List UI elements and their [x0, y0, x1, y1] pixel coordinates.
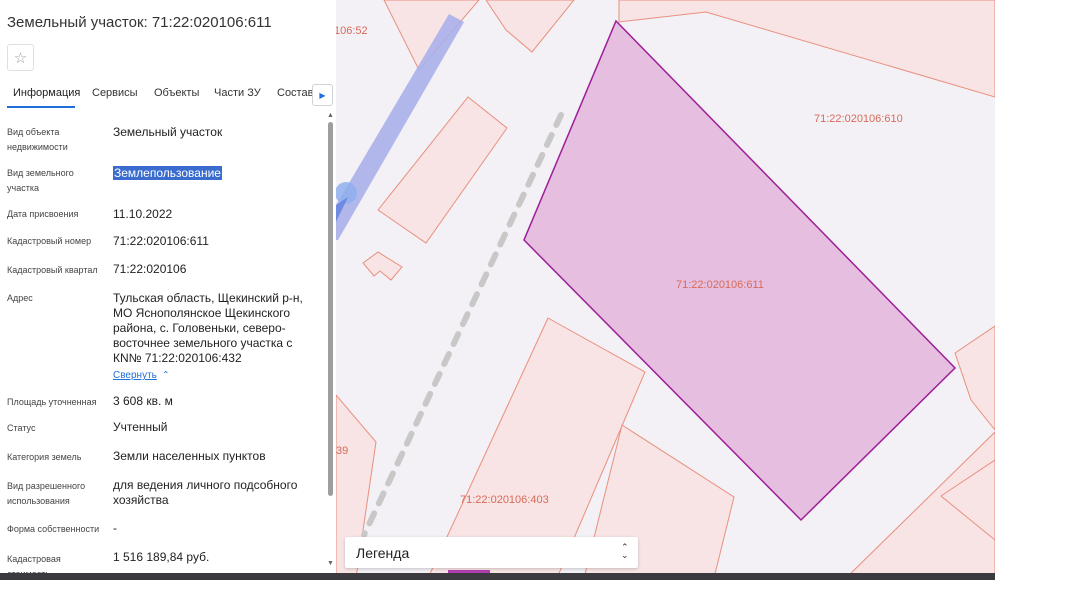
scroll-down-arrow-icon[interactable]: ▼	[327, 560, 334, 567]
favorite-button[interactable]: ☆	[7, 44, 34, 71]
area-label: Площадь уточненная	[7, 397, 97, 407]
water-node	[336, 182, 357, 204]
cad-number-label: Кадастровый номер	[7, 236, 92, 246]
tab-composition[interactable]: Состав	[277, 87, 313, 99]
chevron-up-icon[interactable]: ⌄	[162, 368, 170, 379]
tab-parts[interactable]: Части ЗУ	[214, 87, 261, 99]
permitted-use-label: Вид разрешенного использования	[7, 481, 86, 506]
info-panel: Земельный участок: 71:22:020106:611 ☆ Ин…	[0, 0, 336, 578]
map-canvas[interactable]: 106:52 71:22:020106:610 71:22:020106:611…	[336, 0, 995, 578]
chevron-updown-icon: ⌃ ⌄	[621, 542, 629, 560]
tab-services[interactable]: Сервисы	[92, 87, 138, 99]
tab-information[interactable]: Информация	[13, 87, 80, 99]
star-icon: ☆	[13, 49, 28, 67]
scroll-up-arrow-icon[interactable]: ▲	[327, 112, 334, 119]
cad-quarter-label: Кадастровый квартал	[7, 265, 98, 275]
address-value: Тульская область, Щекинский р-н, МО Ясно…	[113, 291, 303, 365]
permitted-use-value: для ведения личного подсобного хозяйства	[113, 478, 298, 507]
cad-value-value: 1 516 189,84 руб.	[113, 550, 210, 564]
parcel-label-39: 39	[336, 445, 348, 457]
tab-objects[interactable]: Объекты	[154, 87, 199, 99]
object-type-value: Земельный участок	[113, 125, 223, 139]
date-value: 11.10.2022	[113, 207, 173, 221]
legend-dropdown[interactable]: Легенда ⌃ ⌄	[345, 537, 638, 568]
land-kind-value[interactable]: Землепользование	[113, 166, 318, 181]
chevron-right-icon: ▶	[319, 90, 326, 100]
parcel-label-52: 106:52	[336, 25, 368, 37]
cad-quarter-value: 71:22:020106	[113, 262, 187, 276]
page-title: Земельный участок: 71:22:020106:611	[7, 14, 272, 31]
bottom-bar	[0, 573, 995, 580]
address-label: Адрес	[7, 293, 33, 303]
scroll-thumb[interactable]	[328, 122, 333, 496]
cad-number-value: 71:22:020106:611	[113, 234, 209, 248]
app-window: Земельный участок: 71:22:020106:611 ☆ Ин…	[0, 0, 1073, 610]
land-kind-selected-text: Землепользование	[113, 166, 222, 180]
legend-label: Легенда	[356, 545, 410, 561]
object-type-label: Вид объекта недвижимости	[7, 127, 68, 152]
status-value: Учтенный	[113, 420, 168, 434]
area-value: 3 608 кв. м	[113, 394, 173, 408]
collapse-link[interactable]: Свернуть	[113, 370, 157, 381]
info-list: Вид объекта недвижимости Земельный участ…	[0, 110, 325, 578]
parcel-label-610: 71:22:020106:610	[814, 113, 903, 125]
parcel-label-403: 71:22:020106:403	[460, 494, 549, 506]
date-label: Дата присвоения	[7, 209, 79, 219]
category-label: Категория земель	[7, 452, 82, 462]
bottom-blank-area	[0, 580, 1073, 610]
tabs-next-button[interactable]: ▶	[312, 84, 333, 106]
active-tab-indicator	[7, 106, 75, 108]
ownership-label: Форма собственности	[7, 524, 100, 534]
status-label: Статус	[7, 423, 36, 433]
ownership-value: -	[113, 521, 117, 535]
panel-scrollbar[interactable]: ▲ ▼	[327, 112, 334, 572]
tab-bar: Информация Сервисы Объекты Части ЗУ Сост…	[0, 84, 336, 110]
land-kind-label: Вид земельного участка	[7, 168, 74, 193]
right-blank-area	[995, 0, 1073, 578]
cadastral-map[interactable]: 106:52 71:22:020106:610 71:22:020106:611…	[336, 0, 995, 578]
category-value: Земли населенных пунктов	[113, 449, 266, 463]
parcel-label-611: 71:22:020106:611	[676, 279, 764, 291]
